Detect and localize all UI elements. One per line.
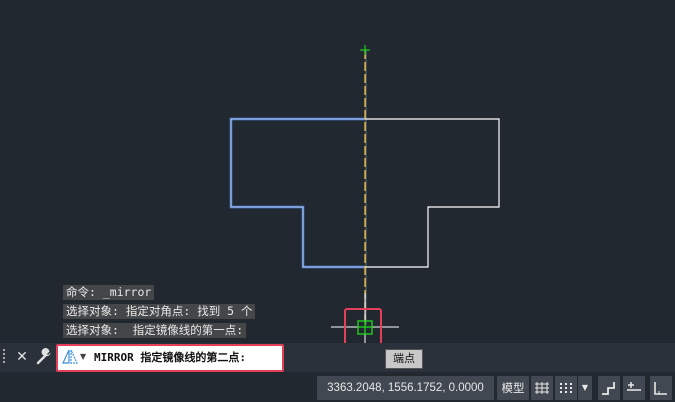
command-history-line: 命令: _mirror: [63, 285, 155, 300]
ortho-mode-icon[interactable]: [598, 376, 620, 400]
chevron-down-icon[interactable]: ▼: [80, 349, 86, 365]
model-space-button[interactable]: 模型: [497, 376, 529, 400]
command-input[interactable]: ▼ MIRROR 指定镜像线的第二点:: [56, 344, 284, 372]
grid-icon[interactable]: [531, 376, 553, 400]
drag-grip-icon[interactable]: [3, 349, 9, 365]
snap-mode-icon[interactable]: [555, 376, 577, 400]
isometric-draft-icon[interactable]: [650, 376, 672, 400]
close-icon[interactable]: ✕: [14, 346, 30, 368]
command-history-line: 选择对象: 指定对角点: 找到 5 个: [63, 304, 256, 319]
snap-options-dropdown[interactable]: ▼: [578, 376, 592, 400]
polar-tracking-icon[interactable]: [623, 376, 645, 400]
command-history-line: 选择对象: 指定镜像线的第一点:: [63, 323, 247, 338]
command-line-bar: ✕ ▼ MIRROR 指定镜像线的第二点:: [0, 343, 675, 372]
snap-tooltip: 端点: [385, 349, 423, 369]
first-point-marker: [360, 45, 370, 55]
crosshair-cursor: [331, 293, 399, 344]
endpoint-snap-icon: [357, 320, 373, 335]
command-prompt-text: MIRROR 指定镜像线的第二点:: [94, 351, 246, 364]
status-bar: 3363.2048, 1556.1752, 0.0000 模型 ▼: [0, 374, 675, 402]
selected-polyline[interactable]: [229, 117, 365, 269]
mirror-preview-polyline: [365, 118, 500, 268]
mirror-icon: [62, 349, 78, 364]
coordinates-readout[interactable]: 3363.2048, 1556.1752, 0.0000: [317, 376, 494, 400]
wrench-icon[interactable]: [35, 348, 53, 366]
drawing-canvas[interactable]: 命令: _mirror 选择对象: 指定对角点: 找到 5 个 选择对象: 指定…: [0, 0, 675, 344]
